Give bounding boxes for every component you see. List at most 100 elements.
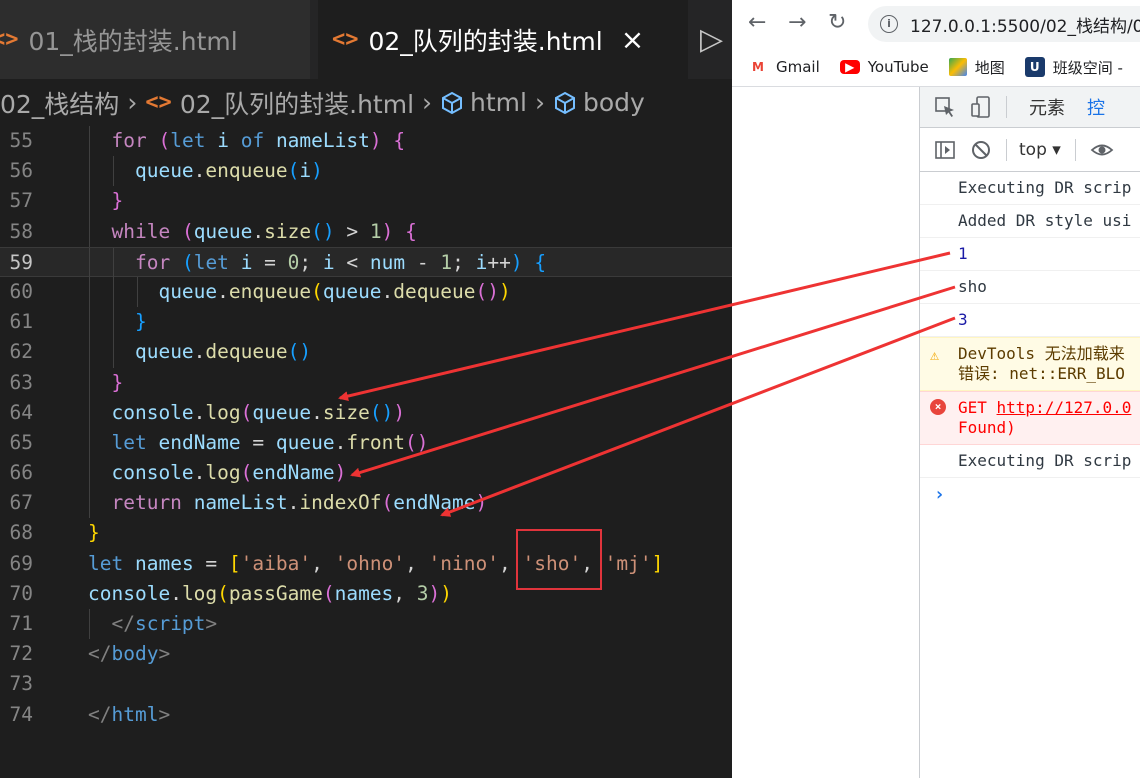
sidebar-toggle-icon[interactable] [934,139,956,161]
highlight-box-sho [516,529,602,590]
line-number: 56 [9,159,33,183]
breadcrumb-body-label: body [582,88,645,117]
browser-window: ← → ↻ i 127.0.0.1:5500/02_栈结构/02 M Gmail … [732,0,1140,778]
line-number: 73 [9,672,33,696]
html-file-icon: <> [332,27,359,52]
console-text: Added DR style usi [958,211,1132,230]
code-text: } [88,521,100,545]
warning-icon: ⚠ [930,346,940,364]
cube-icon [442,91,463,114]
reload-icon[interactable]: ↻ [828,10,846,35]
run-icon[interactable]: ▷ [700,0,732,79]
tab-stack-file[interactable]: <> 01_栈的封装.html [0,0,310,79]
u-logo-icon: U [1024,57,1045,77]
code-text: console.log(passGame(names, 3)) [88,581,453,605]
forward-icon[interactable]: → [788,10,806,35]
back-icon[interactable]: ← [748,10,766,35]
console-error: × GET http://127.0.0 Found) [920,391,1140,445]
bookmarks-bar: M Gmail ▶ YouTube 地图 U 班级空间 - [732,48,1140,87]
bookmark-label: 班级空间 - [1052,58,1123,77]
info-icon[interactable]: i [880,15,898,33]
chevron-right-icon: › [422,88,433,117]
code-line: 55 for (let i of nameList) { [0,126,732,157]
code-line: 68} [0,518,732,548]
code-text: queue.enqueue(i) [134,159,323,183]
editor-tab-bar: <> 01_栈的封装.html <> 02_队列的封装.html × ▷ [0,0,732,79]
error-link[interactable]: http://127.0.0 [997,398,1132,417]
breadcrumb-body[interactable]: body [553,88,645,117]
code-text: } [111,370,124,394]
code-line: 63 } [0,367,732,398]
code-text: console.log(queue.size()) [111,400,406,424]
code-line: 73 [0,669,732,699]
console-output[interactable]: Executing DR scrip Added DR style usi 1 … [920,172,1140,511]
line-number: 60 [9,279,33,303]
code-line: 72 </body> [0,639,732,669]
bookmark-youtube[interactable]: ▶ YouTube [839,58,929,76]
line-number: 70 [9,581,33,605]
url-text: 127.0.0.1:5500/02_栈结构/02 [910,16,1140,37]
code-area[interactable]: 55 for (let i of nameList) { 56 queue.en… [0,126,732,730]
console-text: Executing DR scrip [958,178,1132,197]
cube-icon [554,91,575,114]
code-line-current: 59 for (let i = 0; i < num - 1; i++) { [0,246,732,278]
code-text: queue.enqueue(queue.dequeue()) [158,279,511,303]
console-warning: ⚠ DevTools 无法加载来 错误: net::ERR_BLO [920,337,1140,391]
breadcrumb-file-label: 02_队列的封装.html [179,89,415,119]
console-prompt[interactable]: › [920,478,1140,511]
console-message: Executing DR scrip [920,172,1140,205]
line-number: 58 [9,219,33,243]
device-toolbar-icon[interactable] [970,96,992,118]
tab-label: 02_队列的封装.html [368,26,603,56]
code-text: </html> [88,702,171,726]
console-text: 1 [958,244,968,263]
maps-icon [948,58,967,76]
context-label: top [1019,139,1047,160]
breadcrumb: 02_栈结构 › <> 02_队列的封装.html › html › body [0,79,732,126]
tab-elements[interactable]: 元素 [1029,94,1065,120]
devtools-tab-bar: 元素 控 [920,87,1140,130]
eye-icon[interactable] [1090,139,1114,161]
code-line: 61 } [0,307,732,338]
line-number: 72 [9,642,33,666]
code-line: 74 </html> [0,700,732,730]
url-bar[interactable]: i 127.0.0.1:5500/02_栈结构/02 [868,6,1140,42]
line-number: 57 [9,189,33,213]
console-message-size: 1 [920,238,1140,271]
tab-queue-file[interactable]: <> 02_队列的封装.html × [318,0,688,79]
close-icon[interactable]: × [621,23,644,56]
breadcrumb-file[interactable]: <> 02_队列的封装.html [145,85,414,121]
code-text: } [134,310,147,334]
bookmark-maps[interactable]: 地图 [948,57,1005,78]
context-selector[interactable]: top ▾ [1019,140,1061,160]
breadcrumb-html[interactable]: html [440,88,527,117]
console-text: Found) [958,418,1016,437]
code-line: 56 queue.enqueue(i) [0,156,732,187]
tab-console[interactable]: 控 [1087,94,1105,130]
code-line: 69 let names = ['aiba', 'ohno', 'nino', '… [0,549,732,579]
line-number: 59 [9,250,33,274]
code-line: 60 queue.enqueue(queue.dequeue()) [0,276,732,308]
code-text: while (queue.size() > 1) { [111,219,417,243]
line-number: 62 [9,340,33,364]
inspect-element-icon[interactable] [934,96,956,118]
console-text: 错误: net::ERR_BLO [958,364,1125,383]
bookmark-class-space[interactable]: U 班级空间 - [1024,57,1123,78]
code-line: 67 return nameList.indexOf(endName) [0,488,732,519]
code-line: 70 console.log(passGame(names, 3)) [0,579,732,609]
code-line: 58 while (queue.size() > 1) { [0,216,732,247]
clear-console-icon[interactable] [970,139,992,161]
console-message: Executing DR scrip [920,445,1140,478]
code-text: queue.dequeue() [134,340,312,364]
code-line: 57 } [0,186,732,217]
chevron-right-icon: › [934,484,945,505]
code-text: </body> [88,642,171,666]
console-message-index: 3 [920,304,1140,337]
code-line: 65 let endName = queue.front() [0,427,732,459]
breadcrumb-folder[interactable]: 02_栈结构 [0,85,119,121]
bookmark-gmail[interactable]: M Gmail [748,58,820,76]
html-file-icon: <> [0,27,19,52]
code-line: 71 </script> [0,609,732,640]
page-viewport[interactable] [732,87,920,778]
code-text: </script> [111,612,218,635]
